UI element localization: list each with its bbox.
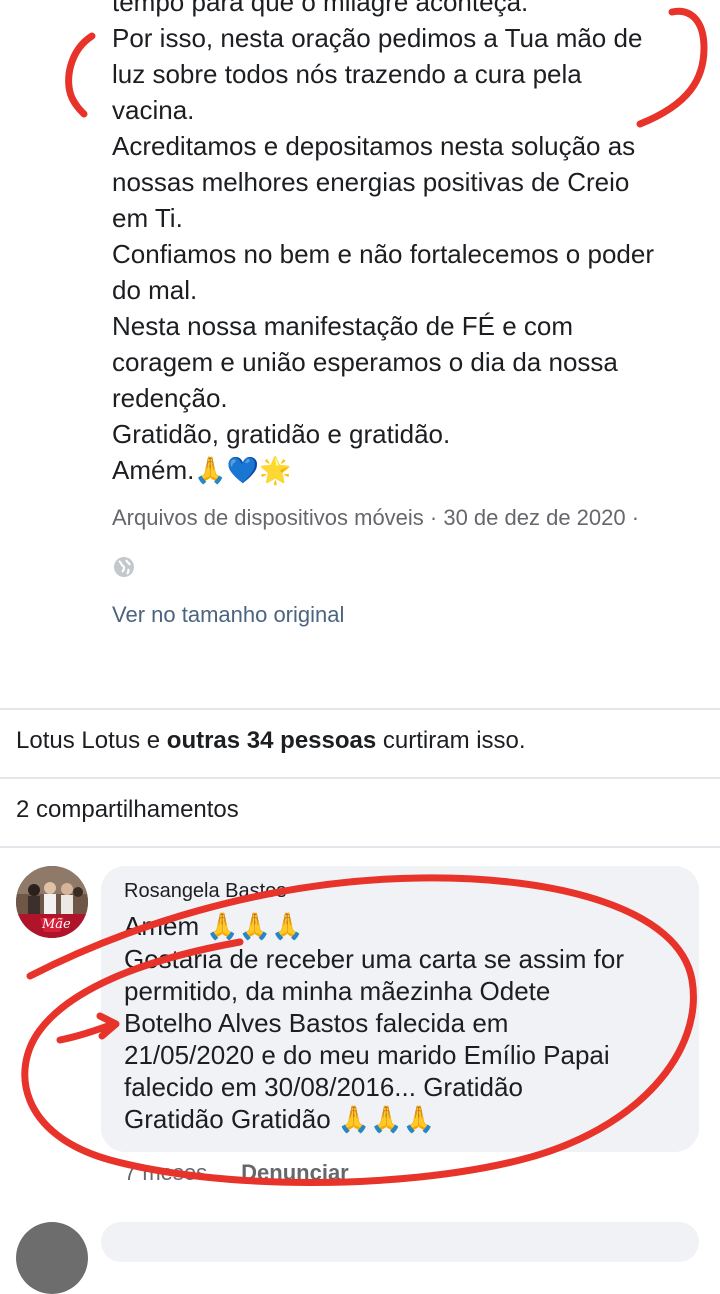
- post-line: em Ti.: [112, 203, 183, 233]
- comment-line: Botelho Alves Bastos falecida em: [124, 1008, 509, 1038]
- comment-line: Gostaria de receber uma carta se assim f…: [124, 944, 624, 974]
- post-line: nossas melhores energias positivas de Cr…: [112, 167, 630, 197]
- post-line: luz sobre todos nós trazendo a cura pela: [112, 59, 582, 89]
- next-comment-avatar[interactable]: [16, 1222, 88, 1294]
- post-text: tempo para que o milagre aconteça. Por i…: [112, 0, 712, 489]
- comment-line: permitido, da minha mãezinha Odete: [124, 976, 551, 1006]
- comment-last-line: Gratidão Gratidão 🙏🙏🙏: [124, 1103, 694, 1136]
- post-line: Acreditamos e depositamos nesta solução …: [112, 131, 636, 161]
- divider: [0, 708, 720, 710]
- comment-text: Amém 🙏🙏🙏 Gostaria de receber uma carta s…: [124, 910, 694, 1136]
- likes-prefix: Lotus Lotus e: [16, 727, 167, 754]
- likes-suffix: curtiram isso.: [376, 727, 526, 754]
- globe-icon: [114, 557, 134, 577]
- post-line: Gratidão, gratidão e gratidão.: [112, 419, 451, 449]
- post-line: vacina.: [112, 95, 195, 125]
- post-line: Por isso, nesta oração pedimos a Tua mão…: [112, 23, 643, 53]
- comment-amen: Amém: [124, 911, 207, 941]
- praying-hands-emoji: 🙏🙏🙏: [337, 1105, 436, 1135]
- comment-line: falecido em 30/08/2016... Gratidão: [124, 1072, 523, 1102]
- shares-count[interactable]: 2 compartilhamentos: [16, 796, 239, 824]
- divider: [0, 846, 720, 848]
- praying-hands-emoji: 🙏🙏🙏: [206, 912, 304, 942]
- post-amen-line: Amém.🙏💙🌟: [112, 452, 712, 489]
- comment-gratitude: Gratidão Gratidão: [124, 1104, 338, 1134]
- likes-others-link[interactable]: outras 34 pessoas: [167, 727, 376, 754]
- divider: [0, 777, 720, 779]
- post-line: Nesta nossa manifestação de FÉ e com: [112, 311, 574, 341]
- blue-heart-emoji: 💙: [226, 456, 260, 486]
- praying-hands-emoji: 🙏: [194, 456, 227, 486]
- comment-first-line: Amém 🙏🙏🙏: [124, 910, 694, 943]
- comment-author[interactable]: Rosangela Bastos: [124, 880, 286, 903]
- avatar-caption: Mãe: [42, 917, 71, 932]
- sun-emoji: 🌟: [259, 456, 292, 486]
- next-comment-bubble: [101, 1222, 699, 1262]
- post-line: do mal.: [112, 275, 198, 305]
- post-line: Confiamos no bem e não fortalecemos o po…: [112, 239, 654, 269]
- post-meta[interactable]: Arquivos de dispositivos móveis · 30 de …: [112, 505, 639, 531]
- comment-actions: 7 meses Denunciar: [124, 1160, 349, 1186]
- view-original-link[interactable]: Ver no tamanho original: [112, 602, 344, 628]
- post-line: coragem e união esperamos o dia da nossa: [112, 347, 618, 377]
- comment-line: 21/05/2020 e do meu marido Emílio Papai: [124, 1040, 610, 1070]
- left-bracket-mark: [65, 32, 96, 118]
- comment-time[interactable]: 7 meses: [124, 1160, 207, 1185]
- post-line: redenção.: [112, 383, 228, 413]
- post-amen-text: Amém.: [112, 455, 195, 485]
- report-button[interactable]: Denunciar: [241, 1160, 349, 1185]
- avatar[interactable]: Mãe: [16, 866, 88, 938]
- post-line: tempo para que o milagre aconteça.: [112, 0, 529, 17]
- likes-summary[interactable]: Lotus Lotus e outras 34 pessoas curtiram…: [16, 727, 526, 755]
